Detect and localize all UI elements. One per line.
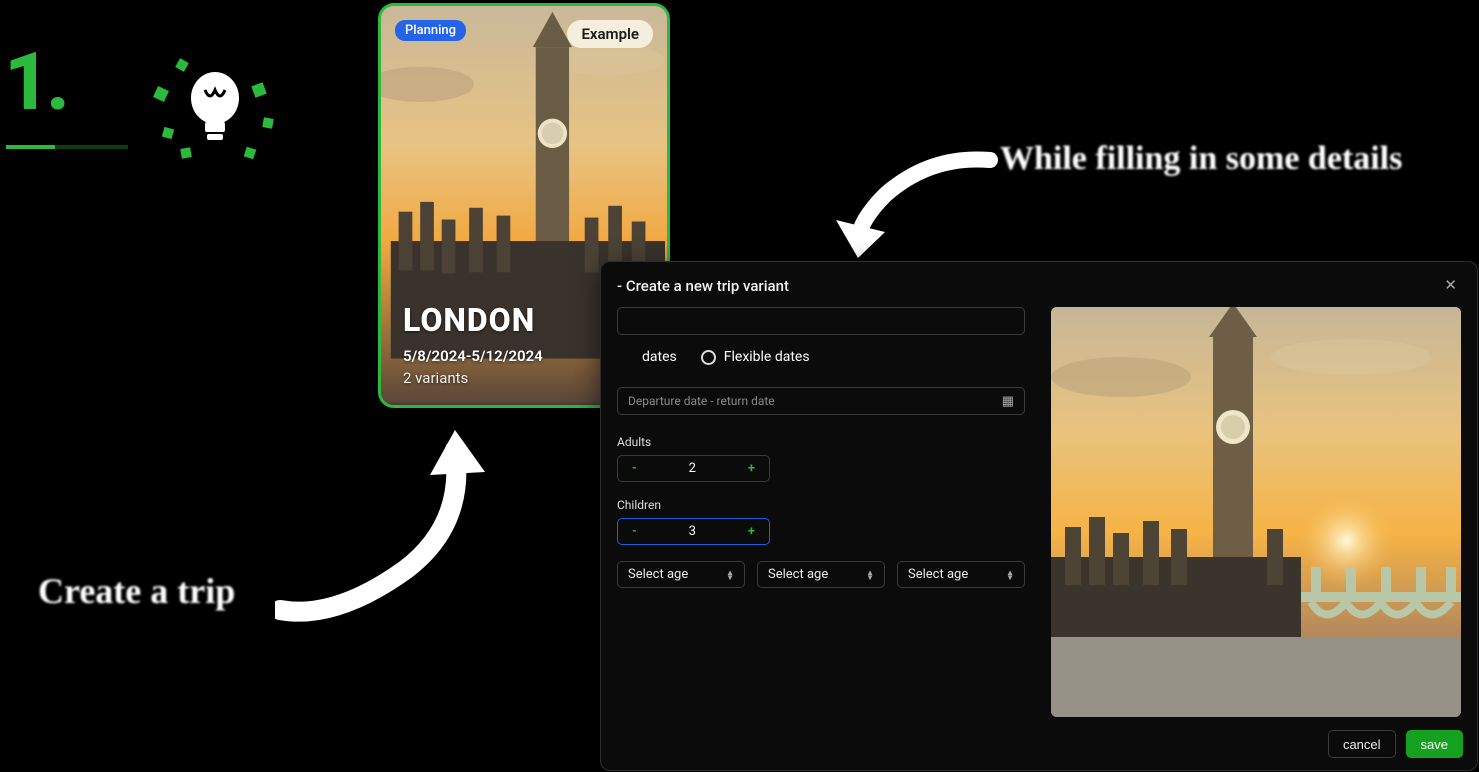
chevron-sort-icon: ▲▼ [866,570,874,580]
cancel-button[interactable]: cancel [1328,730,1396,758]
close-icon[interactable]: ✕ [1440,276,1461,295]
adults-minus-button[interactable]: - [628,461,641,476]
flexible-dates-label: Flexible dates [724,349,810,365]
exact-dates-label: dates [642,349,677,365]
planning-badge: Planning [395,20,466,41]
variant-name-input[interactable] [617,307,1025,335]
child-age-select-2[interactable]: Select age ▲▼ [757,561,885,588]
children-label: Children [617,498,1025,512]
step-number: 1. [4,42,66,122]
child-age-select-3[interactable]: Select age ▲▼ [897,561,1025,588]
calendar-icon: ▦ [1002,394,1014,409]
children-stepper[interactable]: - 3 + [617,518,770,545]
arrow-right-icon [830,140,1000,270]
flexible-dates-radio[interactable]: Flexible dates [701,349,810,365]
adults-plus-button[interactable]: + [744,461,759,476]
step-underline [6,145,128,149]
create-variant-dialog: - Create a new trip variant ✕ dates Flex… [600,261,1478,771]
chevron-sort-icon: ▲▼ [726,570,734,580]
lightbulb-icon [145,48,285,168]
radio-icon [701,350,716,365]
child-age-placeholder: Select age [628,567,688,582]
child-age-select-1[interactable]: Select age ▲▼ [617,561,745,588]
date-range-input[interactable]: Departure date - return date ▦ [617,387,1025,415]
child-age-placeholder: Select age [768,567,828,582]
chevron-sort-icon: ▲▼ [1006,570,1014,580]
example-badge: Example [567,20,653,48]
children-plus-button[interactable]: + [744,524,759,539]
child-age-placeholder: Select age [908,567,968,582]
arrow-left-icon [275,420,535,640]
destination-image [1051,307,1461,717]
caption-create-trip: Create a trip [38,570,235,612]
date-range-placeholder: Departure date - return date [628,394,775,408]
save-button[interactable]: save [1406,730,1463,758]
exact-dates-radio[interactable]: dates [619,349,677,365]
adults-stepper[interactable]: - 2 + [617,455,770,482]
dialog-title: - Create a new trip variant [617,277,789,295]
caption-fill-details: While filling in some details [1000,140,1402,178]
children-minus-button[interactable]: - [628,524,641,539]
adults-label: Adults [617,435,1025,449]
children-value: 3 [689,524,696,539]
adults-value: 2 [689,461,696,476]
